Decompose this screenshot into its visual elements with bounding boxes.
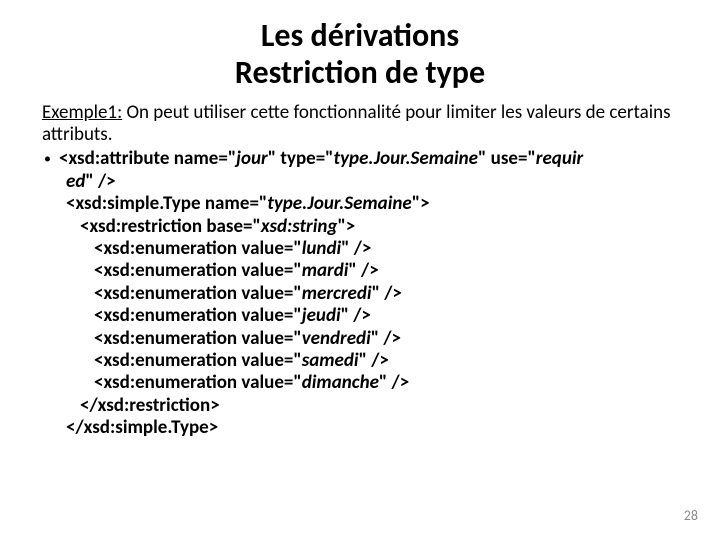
code-seg: " /> [372,282,402,305]
intro-label: Exemple1: [42,101,122,124]
code-seg: <xsd:enumeration value=" [94,259,302,282]
code-seg: <xsd:enumeration value=" [94,371,302,394]
slide: Les dérivations Restriction de type Exem… [0,0,720,540]
code-line-11: <xsd:enumeration value="dimanche" /> [66,372,678,394]
code-line-8: <xsd:enumeration value="jeudi" /> [66,305,678,327]
bullet-dot-icon: • [42,148,59,170]
slide-body: Exemple1: On peut utiliser cette fonctio… [0,92,720,440]
code-seg: requir [536,147,583,170]
code-seg: mardi [302,259,349,282]
page-number: 28 [684,507,698,524]
code-seg: <xsd:enumeration value=" [94,237,302,260]
code-seg: " type=" [268,147,334,170]
code-seg: ed [66,170,85,193]
code-seg: " /> [379,371,409,394]
code-seg: " use=" [478,147,536,170]
code-seg: type.Jour.Semaine [267,192,411,215]
code-line-1: <xsd:attribute name="jour" type="type.Jo… [59,148,583,170]
code-seg: " /> [348,259,378,282]
code-seg: <xsd:enumeration value=" [94,282,302,305]
code-seg: lundi [302,237,341,260]
code-seg: samedi [302,349,359,372]
code-seg: jour [236,147,268,170]
code-line-7: <xsd:enumeration value="mercredi" /> [66,283,678,305]
intro-paragraph: Exemple1: On peut utiliser cette fonctio… [42,102,678,147]
code-bullet: • <xsd:attribute name="jour" type="type.… [42,148,678,170]
code-line-9: <xsd:enumeration value="vendredi" /> [66,328,678,350]
code-seg: " /> [359,349,389,372]
title-line-2: Restriction de type [0,55,720,92]
code-seg: vendredi [302,327,371,350]
code-seg: <xsd:enumeration value=" [94,327,302,350]
code-line-10: <xsd:enumeration value="samedi" /> [66,350,678,372]
title-line-1: Les dérivations [0,18,720,55]
code-line-4: <xsd:restriction base="xsd:string"> [66,216,678,238]
code-line-3: <xsd:simple.Type name="type.Jour.Semaine… [66,193,678,215]
code-seg: " /> [85,170,115,193]
code-seg: </xsd:simple.Type> [66,416,218,439]
code-line-6: <xsd:enumeration value="mardi" /> [66,260,678,282]
code-seg: xsd:string [261,215,338,238]
slide-title: Les dérivations Restriction de type [0,0,720,92]
code-seg: <xsd:simple.Type name=" [66,192,267,215]
code-seg: "> [337,215,355,238]
code-seg: <xsd:enumeration value=" [94,304,302,327]
code-line-13: </xsd:simple.Type> [66,417,678,439]
code-line-12: </xsd:restriction> [66,395,678,417]
code-seg: " /> [371,327,401,350]
code-seg: "> [412,192,430,215]
code-line-2: ed" /> [66,171,678,193]
code-seg: " /> [341,237,371,260]
code-seg: <xsd:restriction base=" [80,215,261,238]
code-seg: <xsd:enumeration value=" [94,349,302,372]
intro-text: On peut utiliser cette fonctionnalité po… [42,101,671,146]
code-seg: " /> [341,304,371,327]
code-line-5: <xsd:enumeration value="lundi" /> [66,238,678,260]
code-seg: mercredi [302,282,372,305]
code-seg: </xsd:restriction> [80,394,220,417]
code-block: ed" /> <xsd:simple.Type name="type.Jour.… [66,171,678,440]
code-seg: type.Jour.Semaine [334,147,478,170]
code-seg: dimanche [302,371,379,394]
code-seg: <xsd:attribute name=" [59,147,236,170]
code-seg: jeudi [302,304,341,327]
